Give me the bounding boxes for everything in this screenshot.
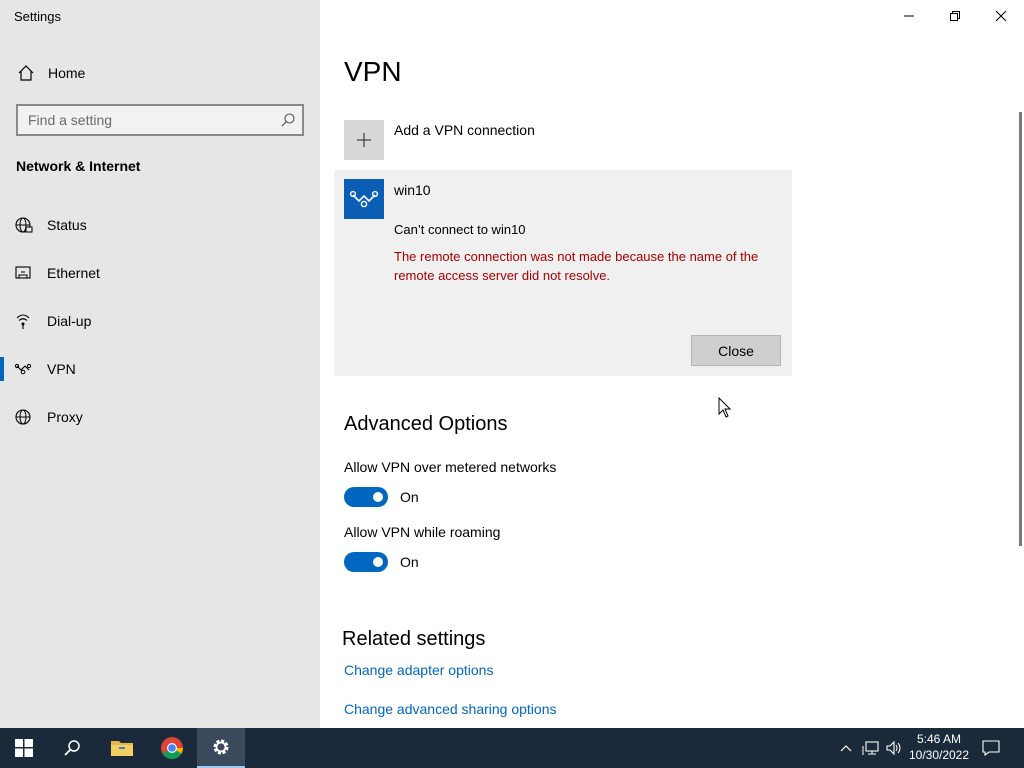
clock-time: 5:46 AM xyxy=(916,732,962,746)
page-title: VPN xyxy=(344,56,402,87)
network-tray-button[interactable] xyxy=(860,728,882,768)
metered-toggle[interactable] xyxy=(344,487,388,507)
taskbar: 5:46 AM 10/30/2022 xyxy=(0,728,1024,768)
file-explorer-button[interactable] xyxy=(98,728,146,768)
show-hidden-icons-button[interactable] xyxy=(836,728,856,768)
search-box[interactable] xyxy=(16,104,304,136)
vpn-icon xyxy=(14,363,32,375)
change-adapter-options-link[interactable]: Change adapter options xyxy=(344,662,493,678)
metered-toggle-state: On xyxy=(400,489,419,505)
advanced-options-title: Advanced Options xyxy=(344,413,508,435)
related-settings-title: Related settings xyxy=(342,628,486,650)
windows-logo-icon xyxy=(15,739,33,757)
minimize-icon xyxy=(904,15,914,17)
roaming-toggle[interactable] xyxy=(344,552,388,572)
section-title: Network & Internet xyxy=(16,158,141,174)
sidebar-item-status[interactable]: Status xyxy=(0,205,320,245)
roaming-toggle-state: On xyxy=(400,554,419,570)
change-sharing-options-link[interactable]: Change advanced sharing options xyxy=(344,701,557,717)
notification-icon xyxy=(982,740,1000,756)
sidebar-item-label: Status xyxy=(47,217,87,233)
toggle-knob xyxy=(373,557,383,567)
dialup-icon xyxy=(16,314,30,329)
plus-icon xyxy=(357,133,371,147)
vpn-connection-card[interactable]: win10 Can’t connect to win10 The remote … xyxy=(334,170,792,376)
gear-icon xyxy=(213,739,229,755)
nav-home[interactable]: Home xyxy=(0,60,320,88)
settings-taskbar-button[interactable] xyxy=(197,728,245,768)
metered-option-label: Allow VPN over metered networks xyxy=(344,459,557,475)
sidebar-item-ethernet[interactable]: Ethernet xyxy=(0,253,320,293)
sidebar-item-vpn[interactable]: VPN xyxy=(0,349,320,389)
active-indicator xyxy=(0,357,4,381)
vpn-connection-name: win10 xyxy=(394,182,431,198)
globe-status-icon xyxy=(15,217,33,233)
chrome-button[interactable] xyxy=(148,728,196,768)
taskbar-clock[interactable]: 5:46 AM 10/30/2022 xyxy=(900,731,978,763)
scrollbar[interactable] xyxy=(1019,112,1022,546)
search-icon xyxy=(64,740,80,756)
ethernet-icon xyxy=(15,266,31,279)
add-tile xyxy=(344,120,384,160)
search-icon[interactable] xyxy=(280,112,296,128)
chrome-icon xyxy=(161,737,183,759)
network-icon xyxy=(862,741,879,755)
home-icon xyxy=(18,65,34,81)
app-title: Settings xyxy=(14,9,61,24)
sidebar-item-label: Dial-up xyxy=(47,313,92,329)
sidebar-item-dialup[interactable]: Dial-up xyxy=(0,301,320,341)
sidebar-item-label: VPN xyxy=(47,361,76,377)
add-vpn-label: Add a VPN connection xyxy=(394,122,535,138)
start-button[interactable] xyxy=(0,728,48,768)
vpn-error-message: The remote connection was not made becau… xyxy=(394,249,759,283)
roaming-option-label: Allow VPN while roaming xyxy=(344,524,501,540)
mouse-cursor-icon xyxy=(718,397,732,418)
clock-date: 10/30/2022 xyxy=(908,748,970,762)
globe-icon xyxy=(15,409,31,425)
taskbar-search-button[interactable] xyxy=(48,728,96,768)
minimize-button[interactable] xyxy=(886,0,932,32)
sidebar-item-label: Ethernet xyxy=(47,265,100,281)
folder-icon xyxy=(111,741,133,756)
close-window-button[interactable] xyxy=(978,0,1024,32)
sidebar-item-label: Proxy xyxy=(47,409,83,425)
sidebar: Settings Home Network & Internet Status … xyxy=(0,0,320,728)
vpn-connection-status: Can’t connect to win10 xyxy=(394,222,526,237)
add-vpn-connection-button[interactable]: Add a VPN connection xyxy=(344,118,784,160)
action-center-button[interactable] xyxy=(978,728,1004,768)
restore-icon xyxy=(950,11,960,21)
restore-button[interactable] xyxy=(932,0,978,32)
sidebar-item-proxy[interactable]: Proxy xyxy=(0,397,320,437)
nav-home-label: Home xyxy=(48,65,86,81)
chevron-up-icon xyxy=(840,745,852,752)
vpn-connection-icon xyxy=(344,179,384,219)
close-button[interactable]: Close xyxy=(691,335,781,366)
close-icon xyxy=(995,10,1007,22)
toggle-knob xyxy=(373,492,383,502)
search-input[interactable] xyxy=(18,106,278,134)
